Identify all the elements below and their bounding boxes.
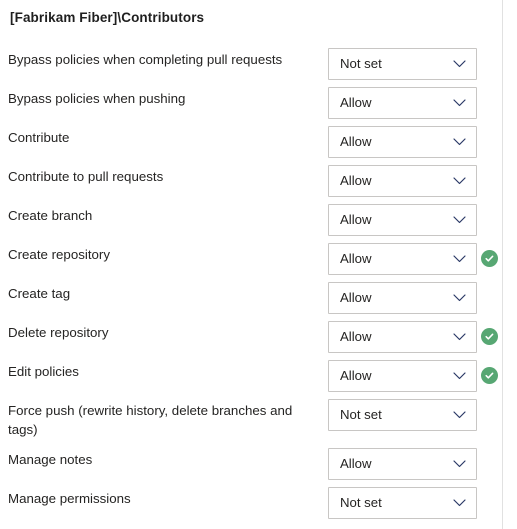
permission-dropdown[interactable]: Not set xyxy=(328,487,477,519)
permission-row: Edit policies Allow xyxy=(0,358,502,397)
permission-row: Create repository Allow xyxy=(0,241,502,280)
permission-dropdown-value: Allow xyxy=(340,456,372,471)
chevron-down-icon xyxy=(452,166,466,196)
permission-label: Force push (rewrite history, delete bran… xyxy=(8,403,293,437)
permission-row: Contribute Allow xyxy=(0,124,502,163)
permission-row: Bypass policies when pushing Allow xyxy=(0,85,502,124)
chevron-down-icon xyxy=(452,127,466,157)
chevron-down-icon xyxy=(452,361,466,391)
permission-dropdown-value: Allow xyxy=(340,134,372,149)
permission-dropdown-value: Not set xyxy=(340,495,382,510)
chevron-down-icon xyxy=(452,205,466,235)
permission-dropdown-value: Allow xyxy=(340,251,372,266)
chevron-down-icon xyxy=(452,49,466,79)
permission-row: Manage notes Allow xyxy=(0,446,502,485)
panel-gutter xyxy=(503,0,517,529)
permission-dropdown[interactable]: Allow xyxy=(328,360,477,392)
chevron-down-icon xyxy=(452,449,466,479)
chevron-down-icon xyxy=(452,88,466,118)
check-circle-icon xyxy=(481,367,498,384)
permission-dropdown[interactable]: Allow xyxy=(328,165,477,197)
permission-label: Create tag xyxy=(8,286,71,301)
permission-dropdown[interactable]: Allow xyxy=(328,321,477,353)
permission-row: Create branch Allow xyxy=(0,202,502,241)
permission-row: Manage permissions Not set xyxy=(0,485,502,524)
permission-label: Contribute to pull requests xyxy=(8,169,164,184)
check-circle-icon xyxy=(481,328,498,345)
permission-row: Create tag Allow xyxy=(0,280,502,319)
permission-label: Contribute xyxy=(8,130,70,145)
chevron-down-icon xyxy=(452,283,466,313)
check-circle-icon xyxy=(481,250,498,267)
permission-dropdown[interactable]: Not set xyxy=(328,48,477,80)
permission-label: Create repository xyxy=(8,247,110,262)
permission-dropdown-value: Allow xyxy=(340,95,372,110)
permission-dropdown[interactable]: Not set xyxy=(328,399,477,431)
chevron-down-icon xyxy=(452,244,466,274)
permissions-list: Bypass policies when completing pull req… xyxy=(0,46,502,524)
permission-dropdown[interactable]: Allow xyxy=(328,282,477,314)
permission-dropdown[interactable]: Allow xyxy=(328,243,477,275)
permission-dropdown[interactable]: Allow xyxy=(328,204,477,236)
permission-dropdown[interactable]: Allow xyxy=(328,448,477,480)
permission-label: Bypass policies when completing pull req… xyxy=(8,52,283,67)
permission-dropdown-value: Allow xyxy=(340,368,372,383)
permission-dropdown-value: Not set xyxy=(340,407,382,422)
permission-row: Force push (rewrite history, delete bran… xyxy=(0,397,502,446)
permission-dropdown[interactable]: Allow xyxy=(328,126,477,158)
permission-label: Manage permissions xyxy=(8,491,131,506)
permission-dropdown[interactable]: Allow xyxy=(328,87,477,119)
permission-label: Create branch xyxy=(8,208,93,223)
group-title: [Fabrikam Fiber]\Contributors xyxy=(10,10,205,25)
permissions-panel: [Fabrikam Fiber]\Contributors Bypass pol… xyxy=(0,0,517,529)
permission-dropdown-value: Allow xyxy=(340,290,372,305)
permission-dropdown-value: Not set xyxy=(340,56,382,71)
permission-row: Contribute to pull requests Allow xyxy=(0,163,502,202)
permission-dropdown-value: Allow xyxy=(340,329,372,344)
permission-dropdown-value: Allow xyxy=(340,173,372,188)
chevron-down-icon xyxy=(452,488,466,518)
permission-label: Bypass policies when pushing xyxy=(8,91,186,106)
chevron-down-icon xyxy=(452,400,466,430)
permission-label: Edit policies xyxy=(8,364,79,379)
chevron-down-icon xyxy=(452,322,466,352)
permissions-content: [Fabrikam Fiber]\Contributors Bypass pol… xyxy=(0,0,502,529)
permission-dropdown-value: Allow xyxy=(340,212,372,227)
permission-label: Manage notes xyxy=(8,452,93,467)
permission-row: Delete repository Allow xyxy=(0,319,502,358)
permission-label: Delete repository xyxy=(8,325,109,340)
permission-row: Bypass policies when completing pull req… xyxy=(0,46,502,85)
